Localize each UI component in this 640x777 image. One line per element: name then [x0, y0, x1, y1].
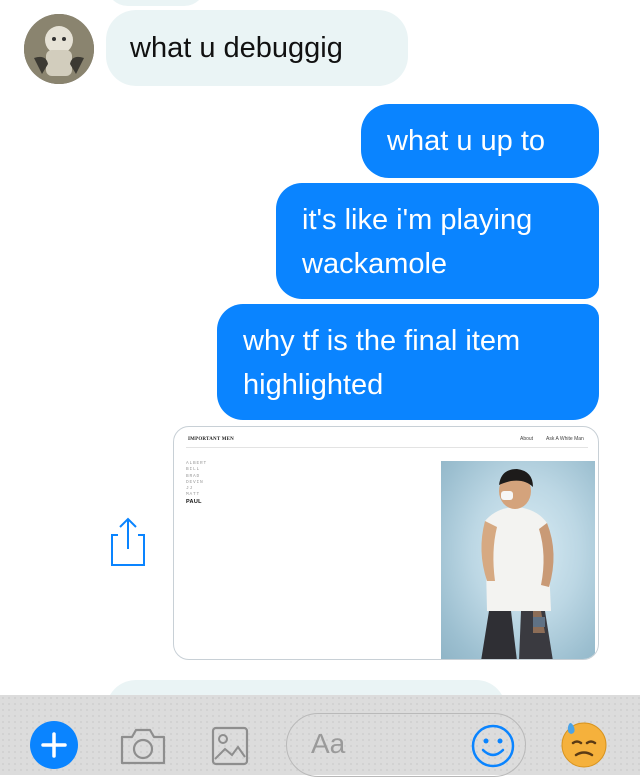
name-list: ALBERT BILL BRAD DEVIN JJ MATT PAUL — [186, 461, 207, 505]
previous-incoming-bubble — [106, 0, 206, 6]
message-text-line: wackamole — [302, 248, 448, 280]
name-item-highlighted: PAUL — [186, 498, 202, 505]
next-incoming-bubble — [106, 680, 506, 695]
site-nav-ask: Ask A White Man — [546, 436, 584, 442]
composer-toolbar: Aa — [0, 695, 640, 777]
divider — [186, 447, 588, 448]
message-text-line: why tf is the final item — [243, 325, 521, 357]
outgoing-message-bubble[interactable]: why tf is the final item highlighted — [217, 304, 599, 420]
gallery-icon[interactable] — [210, 725, 250, 767]
plus-icon — [41, 732, 67, 758]
camera-icon[interactable] — [118, 725, 168, 767]
contact-avatar[interactable] — [24, 14, 94, 84]
message-text: what u up to — [387, 125, 545, 157]
share-icon[interactable] — [106, 515, 150, 569]
message-input-placeholder: Aa — [311, 728, 346, 759]
outgoing-message-bubble[interactable]: what u up to — [361, 104, 599, 178]
site-nav-about: About — [520, 436, 534, 442]
preview-photo — [441, 461, 595, 659]
incoming-message-bubble[interactable]: what u debuggig — [106, 10, 408, 86]
message-text-line: it's like i'm playing — [302, 204, 533, 236]
message-text: what u debuggig — [130, 32, 343, 64]
link-preview-card[interactable]: IMPORTANT MEN About Ask A White Man ALBE… — [173, 426, 599, 660]
message-thread: what u debuggig what u up to it's like i… — [0, 0, 640, 695]
smiley-icon[interactable] — [470, 723, 516, 769]
outgoing-message-bubble[interactable]: it's like i'm playing wackamole — [276, 183, 599, 299]
message-text-line: highlighted — [243, 369, 384, 401]
site-brand: IMPORTANT MEN — [188, 437, 234, 442]
sweat-emoji-icon[interactable] — [558, 717, 610, 769]
plus-button[interactable] — [30, 721, 78, 769]
